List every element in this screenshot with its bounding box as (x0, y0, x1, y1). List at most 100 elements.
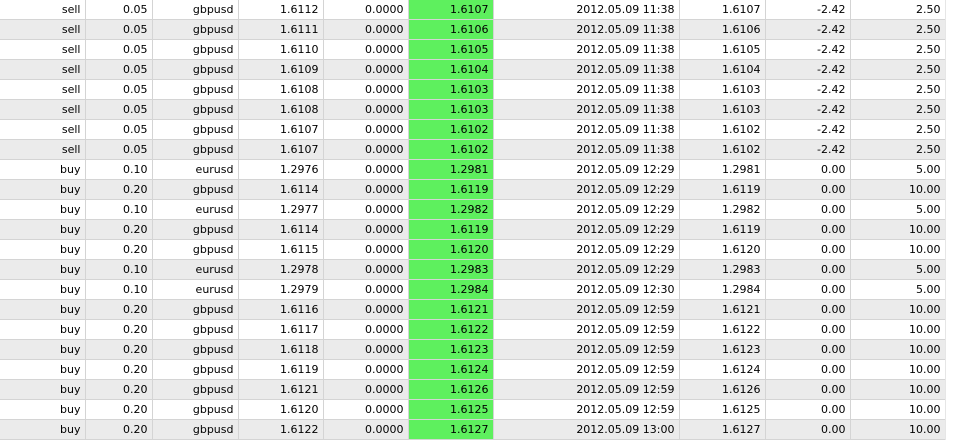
take-profit-cell: 1.6106 (408, 19, 494, 40)
table-row[interactable]: buy 0.20 gbpusd 1.6116 0.0000 1.6121 2012.05.0… (0, 299, 945, 320)
table-row[interactable]: buy 0.10 eurusd 1.2978 0.0000 1.2983 2012.05.0… (0, 259, 945, 280)
price-cell: 1.6106 (679, 19, 766, 40)
type-cell: buy (0, 179, 86, 200)
table-row[interactable]: sell 0.05 gbpusd 1.6109 0.0000 1.6104 2012.05.… (0, 59, 945, 80)
take-profit-cell: 1.6102 (408, 119, 494, 140)
price-cell: 1.6121 (679, 299, 766, 320)
table-row[interactable]: buy 0.10 eurusd 1.2977 0.0000 1.2982 2012.05.0… (0, 199, 945, 220)
swap-cell: 0.00 (765, 319, 851, 340)
open-price-cell: 1.6109 (238, 59, 324, 80)
symbol-cell: gbpusd (152, 219, 239, 240)
take-profit-cell: 1.6123 (408, 339, 494, 360)
symbol-cell: gbpusd (152, 119, 239, 140)
table-row[interactable]: buy 0.20 gbpusd 1.6122 0.0000 1.6127 2012.05.0… (0, 419, 945, 440)
open-price-cell: 1.6118 (238, 339, 324, 360)
open-price-cell: 1.6107 (238, 139, 324, 160)
table-row[interactable]: sell 0.05 gbpusd 1.6112 0.0000 1.6107 2012.05.… (0, 0, 945, 20)
table-row[interactable]: sell 0.05 gbpusd 1.6107 0.0000 1.6102 2012.05.… (0, 119, 945, 140)
time-cell: 2012.05.09 12:29 (493, 259, 680, 280)
volume-cell: 0.20 (85, 219, 153, 240)
table-row[interactable]: buy 0.20 gbpusd 1.6114 0.0000 1.6119 2012.05.0… (0, 219, 945, 240)
time-cell: 2012.05.09 11:38 (493, 0, 680, 20)
table-row[interactable]: buy 0.20 gbpusd 1.6118 0.0000 1.6123 2012.05.0… (0, 339, 945, 360)
price-cell: 1.6119 (679, 179, 766, 200)
type-cell: sell (0, 99, 86, 120)
time-cell: 2012.05.09 12:59 (493, 399, 680, 420)
symbol-cell: gbpusd (152, 239, 239, 260)
type-cell: buy (0, 159, 86, 180)
swap-cell: 0.00 (765, 259, 851, 280)
stop-loss-cell: 0.0000 (323, 219, 409, 240)
swap-cell: 0.00 (765, 359, 851, 380)
type-cell: buy (0, 399, 86, 420)
table-body: sell 0.05 gbpusd 1.6112 0.0000 1.6107 2012.05.… (0, 0, 945, 440)
table-row[interactable]: buy 0.20 gbpusd 1.6119 0.0000 1.6124 2012.05.0… (0, 359, 945, 380)
stop-loss-cell: 0.0000 (323, 379, 409, 400)
open-price-cell: 1.6116 (238, 299, 324, 320)
swap-cell: 0.00 (765, 419, 851, 440)
profit-cell: 2.50 (850, 0, 945, 20)
volume-cell: 0.05 (85, 39, 153, 60)
time-cell: 2012.05.09 12:29 (493, 239, 680, 260)
table-row[interactable]: sell 0.05 gbpusd 1.6111 0.0000 1.6106 2012.05.… (0, 19, 945, 40)
stop-loss-cell: 0.0000 (323, 19, 409, 40)
type-cell: sell (0, 0, 86, 20)
table-row[interactable]: sell 0.05 gbpusd 1.6108 0.0000 1.6103 2012.05.… (0, 99, 945, 120)
swap-cell: 0.00 (765, 179, 851, 200)
open-price-cell: 1.6117 (238, 319, 324, 340)
swap-cell: -2.42 (765, 119, 851, 140)
symbol-cell: gbpusd (152, 39, 239, 60)
time-cell: 2012.05.09 11:38 (493, 59, 680, 80)
price-cell: 1.6126 (679, 379, 766, 400)
type-cell: sell (0, 59, 86, 80)
stop-loss-cell: 0.0000 (323, 299, 409, 320)
swap-cell: 0.00 (765, 219, 851, 240)
symbol-cell: eurusd (152, 199, 239, 220)
type-cell: buy (0, 379, 86, 400)
take-profit-cell: 1.6102 (408, 139, 494, 160)
volume-cell: 0.20 (85, 419, 153, 440)
take-profit-cell: 1.6125 (408, 399, 494, 420)
table-row[interactable]: buy 0.20 gbpusd 1.6114 0.0000 1.6119 2012.05.0… (0, 179, 945, 200)
profit-cell: 10.00 (850, 179, 945, 200)
open-price-cell: 1.6114 (238, 219, 324, 240)
take-profit-cell: 1.6105 (408, 39, 494, 60)
time-cell: 2012.05.09 12:59 (493, 319, 680, 340)
price-cell: 1.6103 (679, 79, 766, 100)
profit-cell: 10.00 (850, 399, 945, 420)
swap-cell: -2.42 (765, 39, 851, 60)
stop-loss-cell: 0.0000 (323, 339, 409, 360)
time-cell: 2012.05.09 12:29 (493, 179, 680, 200)
table-row[interactable]: sell 0.05 gbpusd 1.6107 0.0000 1.6102 2012.05.… (0, 139, 945, 160)
table-row[interactable]: sell 0.05 gbpusd 1.6110 0.0000 1.6105 2012.05.… (0, 39, 945, 60)
take-profit-cell: 1.2984 (408, 279, 494, 300)
swap-cell: -2.42 (765, 99, 851, 120)
profit-cell: 10.00 (850, 339, 945, 360)
type-cell: buy (0, 239, 86, 260)
stop-loss-cell: 0.0000 (323, 179, 409, 200)
vertical-scrollbar[interactable] (945, 0, 967, 440)
take-profit-cell: 1.6120 (408, 239, 494, 260)
table-row[interactable]: buy 0.20 gbpusd 1.6117 0.0000 1.6122 2012.05.0… (0, 319, 945, 340)
profit-cell: 10.00 (850, 299, 945, 320)
table-row[interactable]: sell 0.05 gbpusd 1.6108 0.0000 1.6103 2012.05.… (0, 79, 945, 100)
price-cell: 1.6107 (679, 0, 766, 20)
stop-loss-cell: 0.0000 (323, 0, 409, 20)
stop-loss-cell: 0.0000 (323, 119, 409, 140)
stop-loss-cell: 0.0000 (323, 39, 409, 60)
volume-cell: 0.20 (85, 359, 153, 380)
type-cell: buy (0, 359, 86, 380)
symbol-cell: eurusd (152, 159, 239, 180)
volume-cell: 0.20 (85, 379, 153, 400)
price-cell: 1.6120 (679, 239, 766, 260)
table-row[interactable]: buy 0.20 gbpusd 1.6115 0.0000 1.6120 2012.05.0… (0, 239, 945, 260)
take-profit-cell: 1.6122 (408, 319, 494, 340)
stop-loss-cell: 0.0000 (323, 419, 409, 440)
time-cell: 2012.05.09 11:38 (493, 139, 680, 160)
open-price-cell: 1.6115 (238, 239, 324, 260)
table-row[interactable]: buy 0.20 gbpusd 1.6120 0.0000 1.6125 2012.05.0… (0, 399, 945, 420)
table-row[interactable]: buy 0.20 gbpusd 1.6121 0.0000 1.6126 2012.05.0… (0, 379, 945, 400)
table-row[interactable]: buy 0.10 eurusd 1.2979 0.0000 1.2984 2012.05.0… (0, 279, 945, 300)
table-row[interactable]: buy 0.10 eurusd 1.2976 0.0000 1.2981 2012.05.0… (0, 159, 945, 180)
type-cell: buy (0, 259, 86, 280)
